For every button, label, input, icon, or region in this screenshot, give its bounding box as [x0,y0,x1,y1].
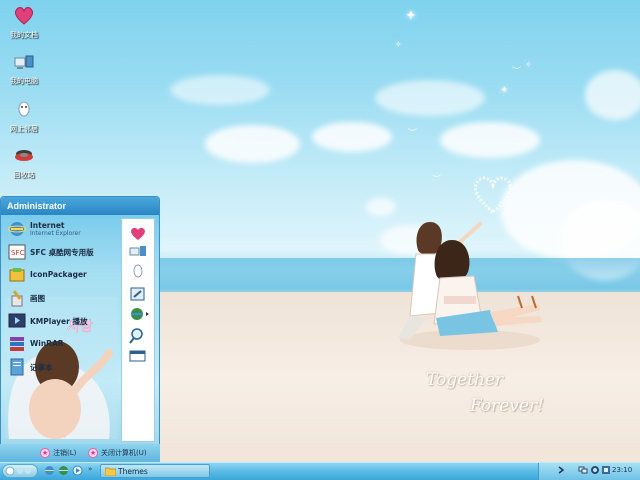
desktop-icon-my-computer[interactable]: 我的电脑 [0,50,48,86]
kmplayer-icon [8,313,26,328]
start-menu-item-notepad[interactable]: 记事本 [4,356,118,379]
wallpaper-text-together: Together [426,370,504,390]
internet-explorer-icon [8,222,26,236]
desktop-icon-recycle-bin[interactable]: 回收站 [0,144,48,180]
start-menu-item-subtitle: Internet Explorer [30,230,81,237]
start-button[interactable] [2,464,38,478]
tray-network-icon[interactable] [578,465,588,475]
start-menu-item-iconpackager[interactable]: IconPackager [4,264,118,287]
start-menu-item-title: 记事本 [30,363,53,372]
control-panel-icon[interactable] [126,285,150,303]
start-menu-places [121,218,155,442]
heart-cloud-icon [473,176,513,214]
internet-icon[interactable] [126,305,150,323]
start-menu-item-paint[interactable]: 画图 [4,287,118,310]
quicklaunch-globe-icon[interactable] [58,465,69,476]
shutdown-button[interactable]: ★ 关闭计算机(U) [88,448,147,460]
couple-illustration [398,222,542,350]
wallpaper-text-forever: Forever! [470,396,544,416]
taskbar-clock[interactable]: 23:10 [612,466,632,474]
desktop-icon-label: 回收站 [13,171,35,179]
start-menu-programs: Internet Internet Explorer SFC SFC 桌酷网专用… [4,218,118,440]
my-documents-icon[interactable] [126,224,150,242]
desktop-icon-label: 我的文档 [10,31,38,39]
start-menu-item-internet[interactable]: Internet Internet Explorer [4,218,118,241]
my-computer-icon[interactable] [126,243,150,261]
recycle-bin-icon [15,150,33,161]
paint-icon [11,290,23,307]
start-menu-item-kmplayer[interactable]: KMPlayer 播放 [4,310,118,333]
iconpackager-icon [9,268,25,282]
run-icon[interactable] [126,347,150,365]
start-menu-user-name: Administrator [1,197,159,215]
network-icon[interactable] [126,262,150,280]
tray-volume-icon[interactable] [601,465,611,475]
logoff-icon: ★ [40,448,50,458]
notepad-icon [10,358,24,376]
desktop-icon-my-documents[interactable]: 我的文档 [0,4,48,40]
taskbar-button-themes[interactable]: Themes [100,464,210,478]
start-menu-item-title: IconPackager [30,270,87,279]
quicklaunch-ie-icon[interactable] [44,465,55,476]
shutdown-icon: ★ [88,448,98,458]
start-menu-item-sfc[interactable]: SFC SFC 桌酷网专用版 [4,241,118,264]
sfc-icon: SFC [8,244,26,260]
quicklaunch-expand-icon[interactable]: » [88,465,92,473]
search-icon[interactable] [126,327,150,345]
svg-text:SFC: SFC [11,249,24,257]
shutdown-label: 关闭计算机(U) [101,449,147,457]
start-menu-item-title: SFC 桌酷网专用版 [30,248,94,257]
taskbar-button-label: Themes [118,467,148,476]
logoff-button[interactable]: ★ 注销(L) [40,448,76,460]
desktop-icon-network[interactable]: 网上邻居 [0,98,48,134]
tray-security-icon[interactable] [590,465,600,475]
start-menu-item-title: KMPlayer 播放 [30,317,88,326]
start-menu-item-winrar[interactable]: WinRAR [4,333,118,356]
winrar-icon [10,337,24,351]
desktop-icon-label: 我的电脑 [10,77,38,85]
start-menu-item-title: 画图 [30,294,45,303]
tray-collapse-icon[interactable] [556,465,566,475]
desktop-icon-label: 网上邻居 [10,125,38,133]
quicklaunch-media-icon[interactable] [72,465,83,476]
start-orb-icon [5,466,31,476]
network-icon [18,101,30,117]
start-menu-item-title: Internet [30,221,65,230]
logoff-label: 注销(L) [53,449,77,457]
heart-documents-icon [15,7,33,25]
start-menu-item-title: WinRAR [30,339,64,348]
computer-icon [14,55,34,69]
folder-icon [105,467,116,476]
